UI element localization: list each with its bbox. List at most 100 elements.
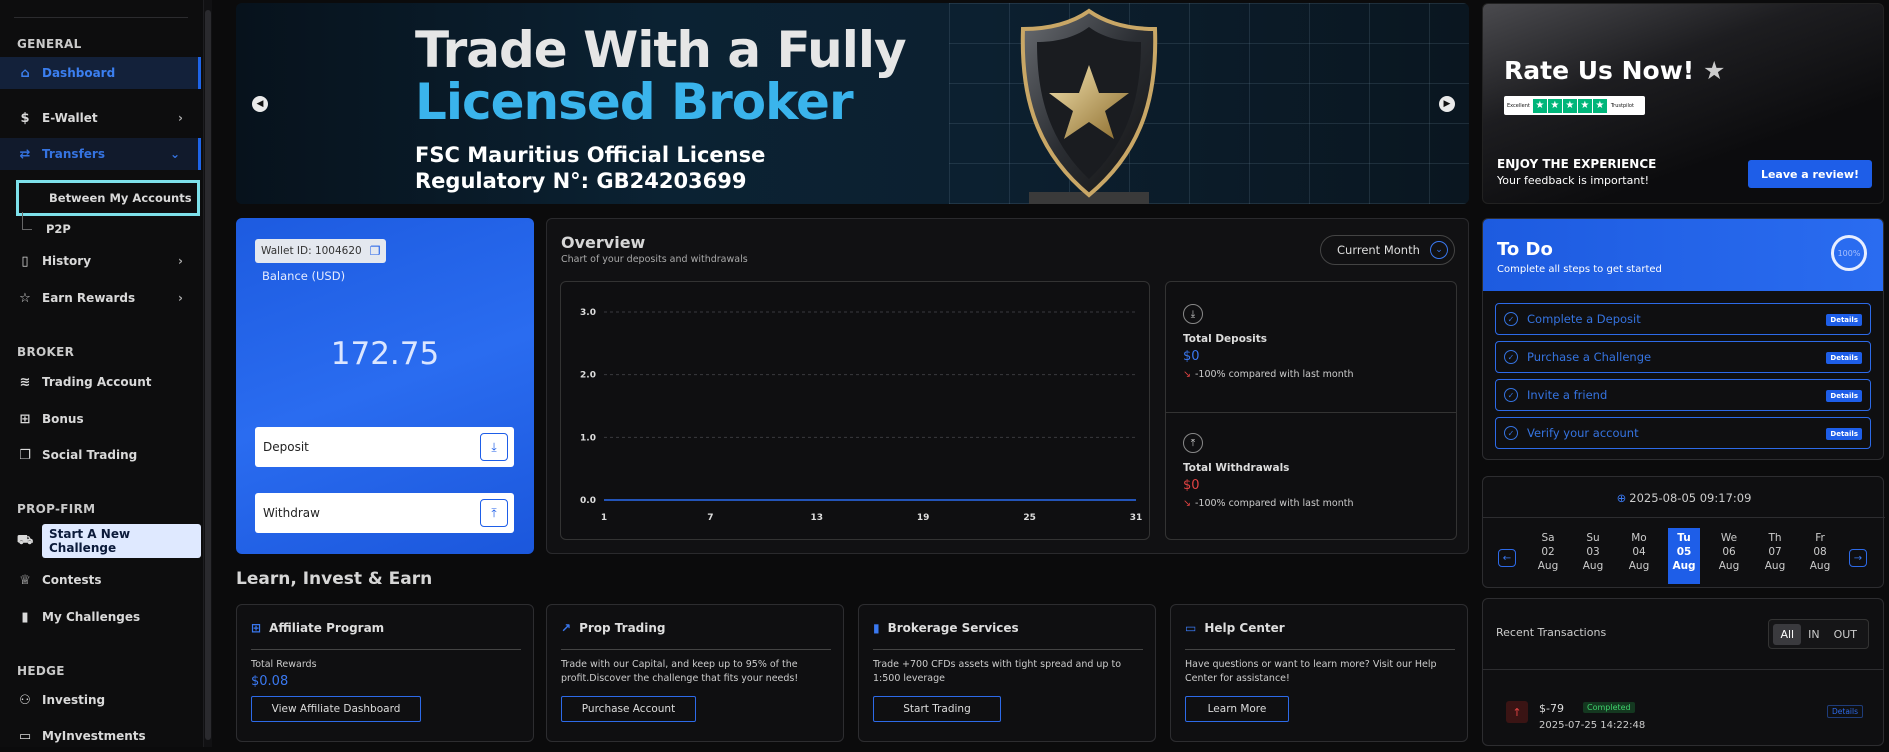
sidebar-item-label: Investing: [42, 693, 106, 707]
task-details-button[interactable]: Details: [1826, 352, 1862, 364]
star-icon: ☆: [19, 290, 31, 306]
sidebar-item-social-trading[interactable]: ❐ Social Trading: [0, 439, 201, 471]
sidebar-item-ewallet[interactable]: $ E-Wallet ›: [0, 102, 201, 134]
calendar-day[interactable]: Fr 08 Aug: [1804, 528, 1836, 584]
sidebar-subitem-p2p[interactable]: P2P: [16, 210, 200, 248]
bar-chart-icon: ▮: [21, 609, 29, 625]
task-purchase-challenge[interactable]: ✓ Purchase a Challenge Details: [1495, 341, 1871, 373]
learn-more-button[interactable]: Learn More: [1185, 696, 1289, 722]
trophy-icon: ♕: [19, 572, 31, 588]
users-icon: ⚇: [19, 692, 31, 708]
todo-header: To Do Complete all steps to get started …: [1483, 219, 1883, 291]
task-details-button[interactable]: Details: [1826, 428, 1862, 440]
calendar-day[interactable]: Sa 02 Aug: [1532, 528, 1564, 584]
stat-label: Total Withdrawals: [1183, 462, 1290, 474]
day-month: Aug: [1672, 560, 1696, 572]
y-tick-label: 3.0: [580, 308, 596, 318]
filter-all[interactable]: All: [1773, 623, 1802, 645]
sidebar-item-start-challenge[interactable]: ⛟ Start A New Challenge: [0, 524, 201, 558]
filter-out[interactable]: OUT: [1827, 624, 1864, 645]
filter-in[interactable]: IN: [1801, 624, 1826, 645]
calendar-day[interactable]: Th 07 Aug: [1759, 528, 1791, 584]
purchase-account-button[interactable]: Purchase Account: [561, 696, 696, 722]
period-select-value: Current Month: [1337, 243, 1420, 257]
card-title-text: Brokerage Services: [887, 621, 1019, 635]
sidebar-item-trading-account[interactable]: ≋ Trading Account: [0, 366, 201, 398]
balance-label: Balance (USD): [262, 269, 346, 283]
view-affiliate-button[interactable]: View Affiliate Dashboard: [251, 696, 421, 722]
day-month: Aug: [1628, 560, 1650, 572]
day-number: 08: [1813, 546, 1827, 558]
sidebar-item-label: Dashboard: [42, 66, 116, 80]
scrollbar-thumb[interactable]: [205, 10, 211, 740]
sidebar-item-my-challenges[interactable]: ▮ My Challenges: [0, 601, 201, 633]
copy-icon: ❐: [19, 447, 31, 463]
task-complete-deposit[interactable]: ✓ Complete a Deposit Details: [1495, 303, 1871, 335]
task-verify-account[interactable]: ✓ Verify your account Details: [1495, 417, 1871, 449]
transactions-divider: [1483, 669, 1883, 670]
wallet-icon: ▭: [18, 728, 32, 744]
cart-icon: ⛟: [16, 532, 34, 548]
sidebar-item-transfers[interactable]: ⇄ Transfers ⌄: [0, 138, 201, 170]
card-text: Trade +700 CFDs assets with tight spread…: [873, 659, 1122, 684]
x-tick-label: 13: [811, 513, 824, 523]
calendar-divider: [1483, 517, 1885, 518]
x-tick-label: 1: [601, 513, 607, 523]
sidebar-item-dashboard[interactable]: ⌂ Dashboard: [0, 57, 201, 89]
stat-change: ↘ -100% compared with last month: [1183, 498, 1443, 509]
deposit-button[interactable]: Deposit ⤓: [255, 427, 514, 467]
section-hedge: HEDGE: [17, 664, 65, 678]
calendar-day[interactable]: Mo 04 Aug: [1623, 528, 1655, 584]
transaction-amount: $-79: [1539, 702, 1564, 715]
sidebar-item-earn-rewards[interactable]: ☆ Earn Rewards ›: [0, 282, 201, 314]
sidebar-scrollbar[interactable]: [204, 0, 212, 747]
task-details-button[interactable]: Details: [1826, 314, 1862, 326]
check-circle-icon: ✓: [1504, 350, 1518, 364]
start-trading-button[interactable]: Start Trading: [873, 696, 1001, 722]
book-icon: ▯: [21, 253, 29, 269]
sidebar-item-contests[interactable]: ♕ Contests: [0, 564, 201, 596]
calendar-prev-button[interactable]: ←: [1498, 549, 1516, 567]
day-month: Aug: [1718, 560, 1740, 572]
start-challenge-button[interactable]: Start A New Challenge: [42, 524, 201, 558]
banner-next-button[interactable]: ▶: [1439, 96, 1455, 112]
copy-icon[interactable]: ❐: [370, 244, 381, 258]
star-icon: ★: [1532, 98, 1547, 113]
banner-prev-button[interactable]: ◀: [252, 96, 268, 112]
promo-banner[interactable]: Trade With a Fully Licensed Broker FSC M…: [236, 3, 1469, 204]
check-circle-icon: ✓: [1504, 312, 1518, 326]
calendar-day[interactable]: We 06 Aug: [1713, 528, 1745, 584]
wallet-id-badge[interactable]: Wallet ID: 1004620 ❐: [255, 239, 387, 263]
calendar-next-button[interactable]: →: [1849, 549, 1867, 567]
task-label: Complete a Deposit: [1527, 312, 1641, 326]
sidebar-item-my-investments[interactable]: ▭ MyInvestments: [0, 720, 201, 752]
card-title: ▭ Help Center: [1185, 621, 1285, 635]
day-month: Aug: [1764, 560, 1786, 572]
stat-change-text: -100% compared with last month: [1194, 369, 1354, 380]
todo-subtitle: Complete all steps to get started: [1497, 264, 1662, 275]
leave-review-button[interactable]: Leave a review!: [1748, 160, 1872, 188]
sidebar-item-history[interactable]: ▯ History ›: [0, 245, 201, 277]
trustpilot-rating-label: Excellent: [1507, 102, 1530, 109]
withdraw-button[interactable]: Withdraw ⤒: [255, 493, 514, 533]
overview-subtitle: Chart of your deposits and withdrawals: [561, 254, 748, 265]
sidebar-item-label: Earn Rewards: [42, 291, 136, 305]
chevron-down-icon: ⌄: [169, 147, 180, 161]
task-invite-friend[interactable]: ✓ Invite a friend Details: [1495, 379, 1871, 411]
sidebar-item-label: My Challenges: [42, 610, 141, 624]
gift-icon: ⊞: [19, 411, 31, 427]
y-tick-label: 1.0: [580, 433, 596, 443]
day-of-week: Mo: [1631, 532, 1647, 544]
affiliate-rewards-value: $0.08: [251, 674, 289, 689]
stat-change-text: -100% compared with last month: [1194, 498, 1354, 509]
transaction-details-button[interactable]: Details: [1826, 705, 1863, 718]
y-tick-label: 0.0: [580, 496, 596, 506]
card-title: ⊞ Affiliate Program: [251, 621, 384, 635]
sidebar-item-investing[interactable]: ⚇ Investing: [0, 684, 201, 716]
card-divider: [873, 649, 1143, 650]
period-select[interactable]: Current Month ⌄: [1320, 235, 1455, 265]
calendar-day[interactable]: Su 03 Aug: [1577, 528, 1609, 584]
calendar-day-selected[interactable]: Tu 05 Aug: [1668, 528, 1700, 584]
task-details-button[interactable]: Details: [1826, 390, 1862, 402]
sidebar-item-bonus[interactable]: ⊞ Bonus: [0, 403, 201, 435]
